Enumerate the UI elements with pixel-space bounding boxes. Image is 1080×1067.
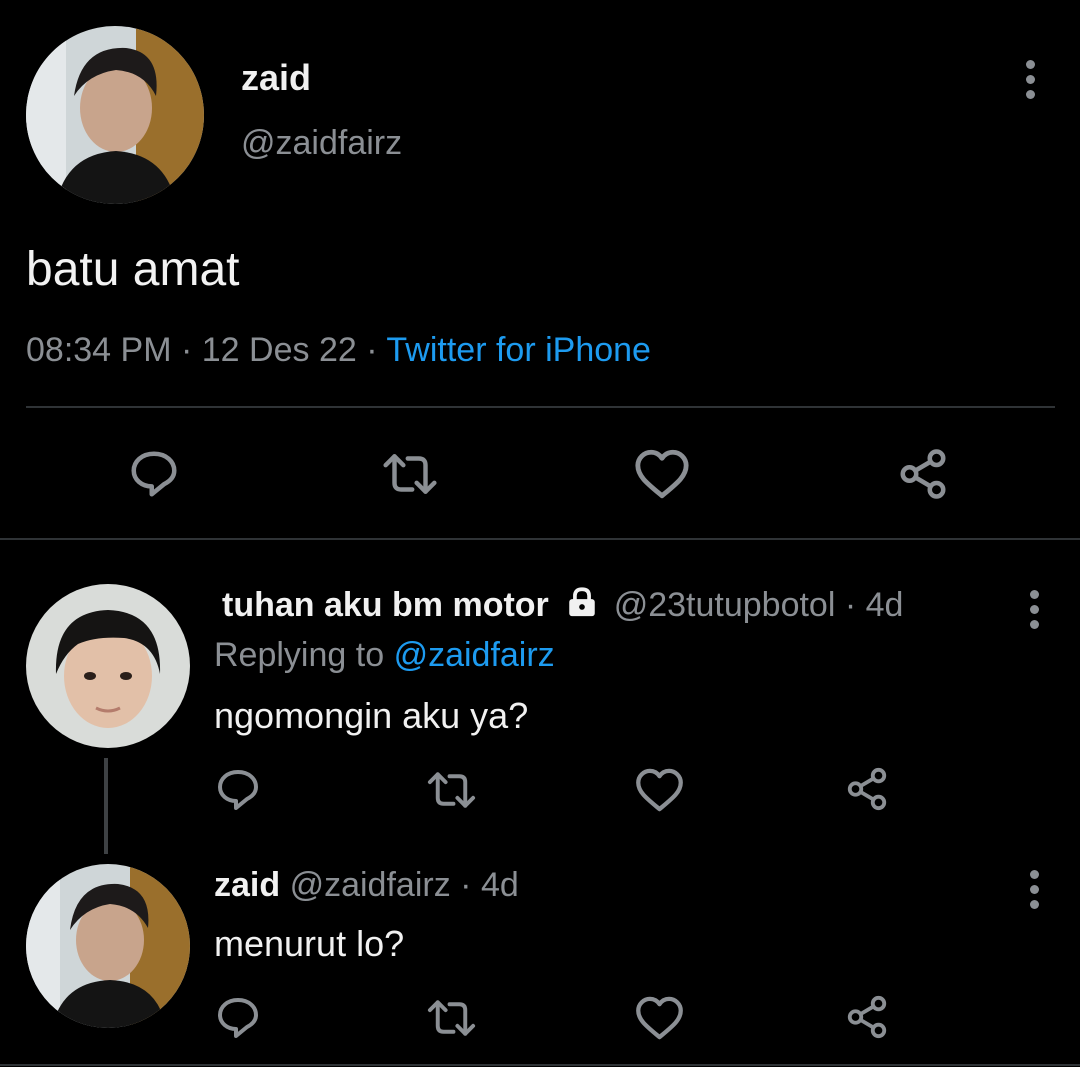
main-tweet-source[interactable]: Twitter for iPhone [386,331,651,369]
like-icon[interactable] [633,447,691,501]
main-tweet-display-name[interactable]: zaid [241,57,311,99]
main-tweet-date[interactable]: 12 Des 22 [202,331,357,369]
reply-age[interactable]: 4d [866,586,904,624]
share-icon[interactable] [844,994,890,1040]
lock-icon [564,585,600,619]
reply-dot: · [844,586,857,624]
like-icon[interactable] [634,994,685,1042]
divider [26,406,1055,408]
reply-text: menurut lo? [214,923,405,964]
meta-separator: · [180,331,193,369]
reply-handle[interactable]: @zaidfairz [290,866,451,904]
like-icon[interactable] [634,766,685,814]
replying-to-line: Replying to @zaidfairz [214,634,555,676]
reply-display-name[interactable]: zaid [214,866,280,904]
share-icon[interactable] [896,447,950,501]
reply-text: ngomongin aku ya? [214,695,529,736]
main-tweet-more-icon[interactable] [1026,60,1036,105]
reply-avatar[interactable] [26,584,190,748]
reply-header: tuhan aku bm motor @23tutupbotol · 4d [222,584,903,626]
reply-icon[interactable] [214,994,262,1042]
reply-dot: · [460,866,472,904]
reply-icon[interactable] [127,447,181,501]
share-icon[interactable] [844,766,890,812]
main-tweet-time[interactable]: 08:34 PM [26,331,172,369]
reply-display-name[interactable]: tuhan aku bm motor [222,586,549,624]
meta-separator: · [366,331,378,369]
main-tweet-meta: 08:34 PM · 12 Des 22 · Twitter for iPhon… [26,329,651,371]
thread-connector [104,758,108,854]
reply-avatar[interactable] [26,864,190,1028]
reply-age[interactable]: 4d [481,866,519,904]
main-tweet-handle[interactable]: @zaidfairz [241,122,402,164]
retweet-icon[interactable] [424,766,479,814]
reply-handle[interactable]: @23tutupbotol [614,586,836,624]
reply-more-icon[interactable] [1030,590,1040,635]
retweet-icon[interactable] [424,994,479,1042]
reply-more-icon[interactable] [1030,870,1040,915]
reply-icon[interactable] [214,766,262,814]
main-tweet-avatar[interactable] [26,26,204,204]
main-tweet-text: batu amat [26,243,240,296]
reply-header: zaid @zaidfairz · 4d [214,864,519,906]
replying-to-handle[interactable]: @zaidfairz [394,636,555,674]
divider [0,538,1080,540]
divider [0,1064,1080,1066]
replying-to-label: Replying to [214,636,385,674]
retweet-icon[interactable] [379,447,441,501]
